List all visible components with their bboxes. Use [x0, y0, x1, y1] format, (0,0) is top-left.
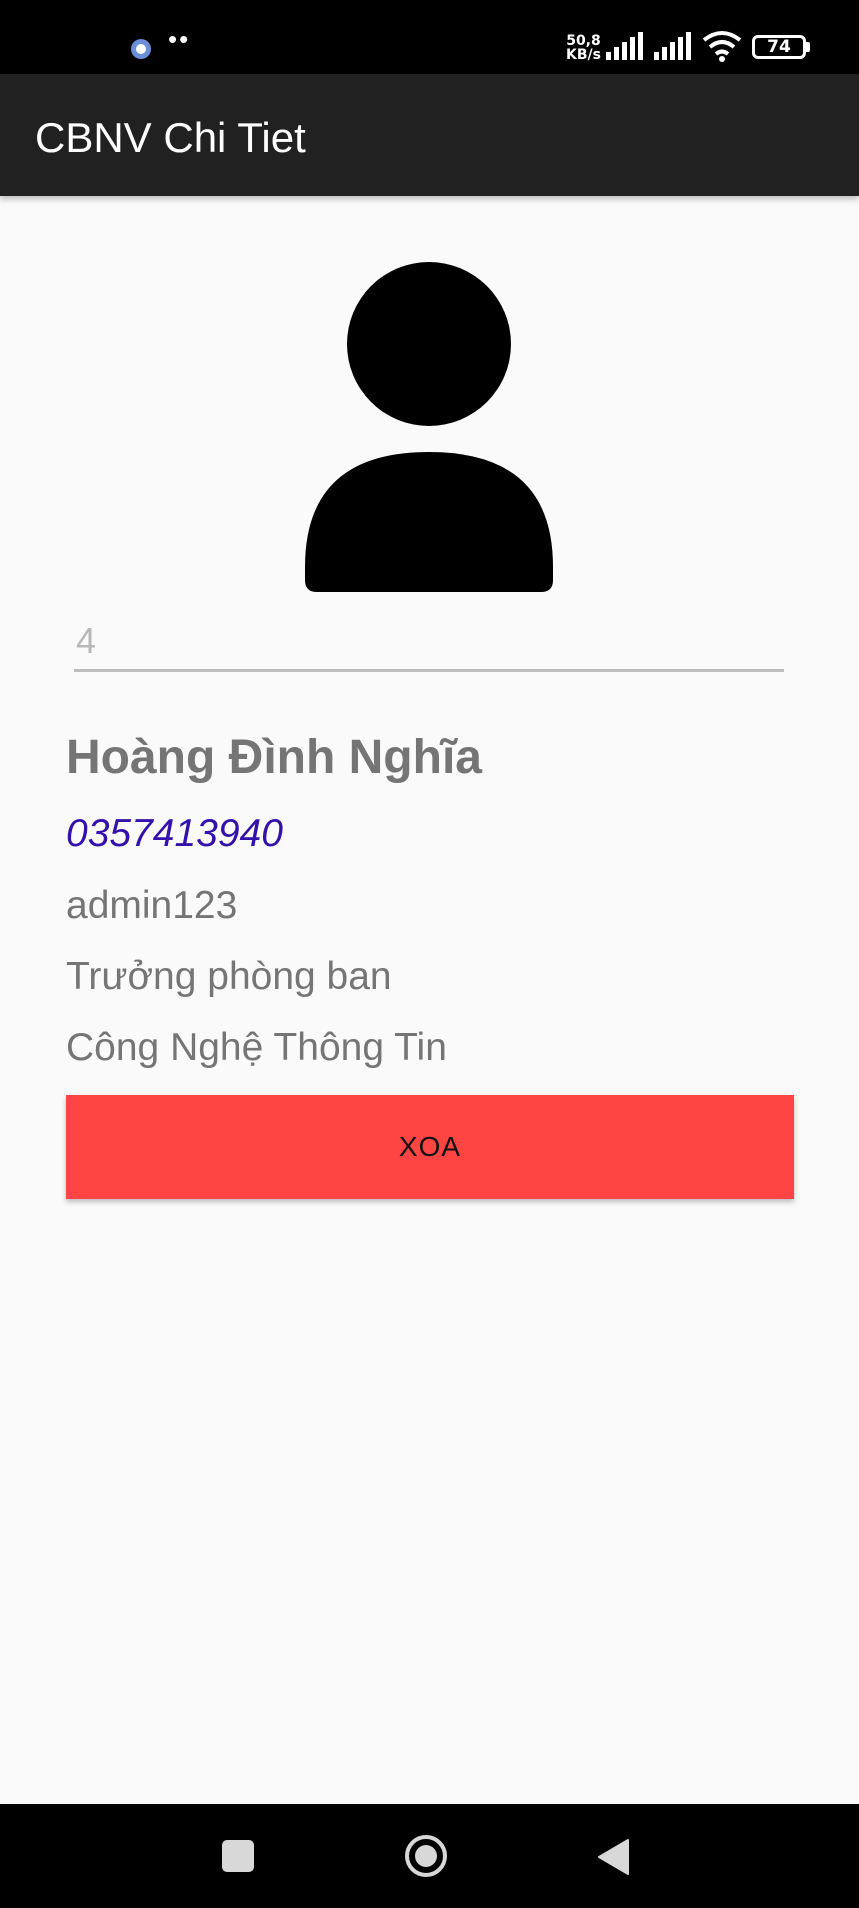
delete-button-label: XOA [398, 1131, 462, 1162]
more-notifications-icon: •• [168, 24, 191, 54]
employee-position: Trưởng phòng ban [66, 955, 392, 998]
employee-phone[interactable]: 0357413940 [66, 812, 283, 856]
employee-name: Hoàng Đình Nghĩa [66, 731, 482, 784]
recent-apps-icon[interactable] [222, 1840, 254, 1872]
network-speed: 50,8 KB/s [566, 33, 601, 63]
battery-tip [806, 42, 810, 52]
back-icon[interactable] [596, 1838, 630, 1876]
wifi-icon [702, 31, 742, 62]
app-notification-icon [131, 39, 151, 59]
signal-icon [654, 32, 691, 60]
status-time: 21:27 [37, 30, 113, 63]
page-title: CBNV Chi Tiet [35, 114, 306, 161]
employee-id-value: 4 [76, 620, 97, 661]
delete-button[interactable]: XOA [66, 1095, 794, 1199]
employee-username: admin123 [66, 884, 238, 927]
employee-department: Công Nghệ Thông Tin [66, 1026, 447, 1069]
signal-icon [606, 32, 643, 60]
battery-level: 74 [767, 37, 791, 57]
home-icon[interactable] [404, 1834, 448, 1878]
employee-id-field[interactable]: 4 [74, 608, 784, 672]
app-bar: CBNV Chi Tiet [0, 74, 859, 196]
avatar [305, 262, 553, 592]
